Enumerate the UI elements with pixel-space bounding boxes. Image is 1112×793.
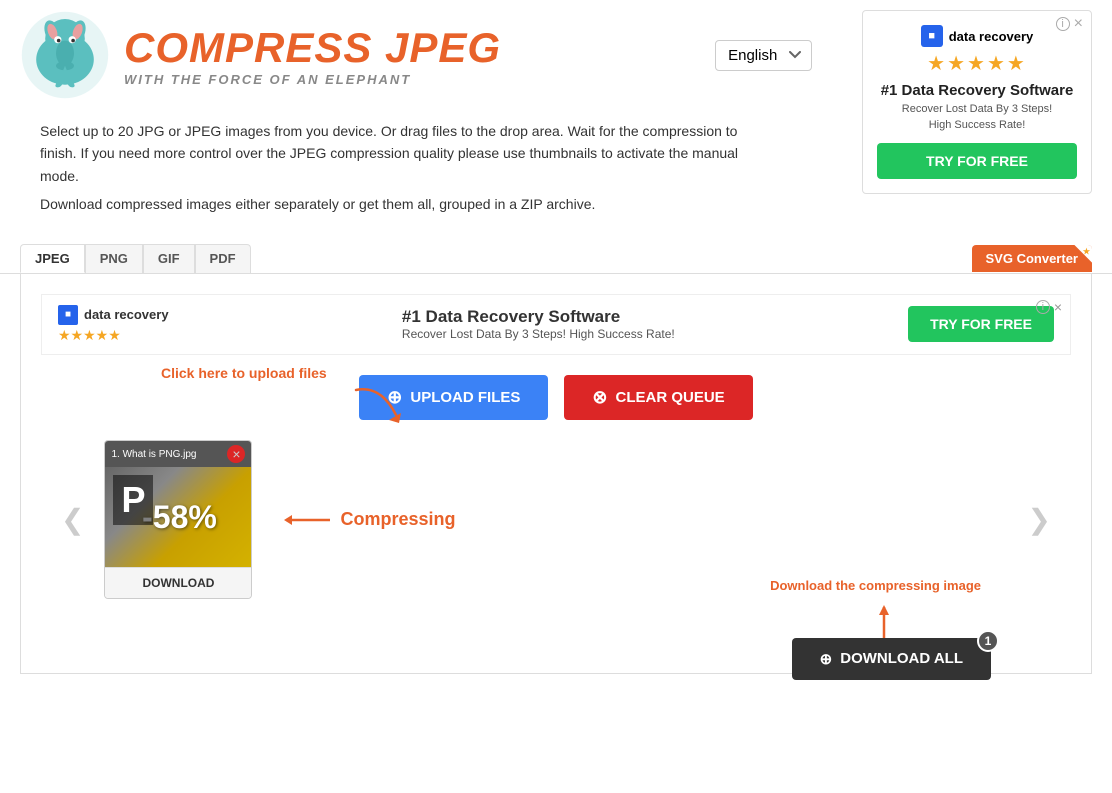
clear-icon: ⊗ xyxy=(592,387,607,408)
inner-ad-left: ■ data recovery ★★★★★ xyxy=(58,305,169,344)
language-select[interactable]: English French Spanish xyxy=(715,40,812,71)
compressing-label: Compressing xyxy=(340,509,455,530)
tab-pdf[interactable]: PDF xyxy=(195,244,251,273)
compressing-arrow xyxy=(282,508,332,532)
button-row: ⊕ UPLOAD FILES ⊗ CLEAR QUEUE xyxy=(41,375,1071,420)
file-card-close-button[interactable]: × xyxy=(227,445,245,463)
click-here-label: Click here to upload files xyxy=(161,365,327,381)
inner-ad-title: #1 Data Recovery Software xyxy=(402,307,675,327)
ad-stars: ★★★★★ xyxy=(877,51,1077,76)
svg-converter-button[interactable]: SVG Converter ★ xyxy=(972,245,1092,272)
tab-png[interactable]: PNG xyxy=(85,244,143,273)
inner-ad-close[interactable]: i × xyxy=(1036,299,1062,315)
description-line1: Select up to 20 JPG or JPEG images from … xyxy=(40,120,760,187)
carousel-prev-button[interactable]: ❮ xyxy=(51,493,94,546)
svg-corner-star: ★ xyxy=(1083,247,1090,256)
ad-logo-icon: ■ xyxy=(921,25,943,47)
inner-ad-logo-group: ■ data recovery ★★★★★ xyxy=(58,305,169,344)
inner-try-free-button[interactable]: TRY FOR FREE xyxy=(908,306,1054,342)
download-count-badge: 1 xyxy=(977,630,999,652)
logo-elephant xyxy=(20,10,110,100)
ad-info-bar: i × xyxy=(1056,15,1083,33)
inner-ad-close-icon[interactable]: × xyxy=(1054,299,1062,315)
inner-ad-logo-name: data recovery xyxy=(84,307,169,322)
preview-background: P -58% xyxy=(105,467,252,567)
upload-arrow xyxy=(351,385,411,430)
tab-gif[interactable]: GIF xyxy=(143,244,195,273)
download-all-button[interactable]: ⊕ DOWNLOAD ALL 1 xyxy=(792,638,991,680)
description-line2: Download compressed images either separa… xyxy=(40,193,760,215)
file-card-header: 1. What is PNG.jpg × xyxy=(105,441,251,467)
description-text: Select up to 20 JPG or JPEG images from … xyxy=(20,110,780,226)
inner-ad-info: #1 Data Recovery Software Recover Lost D… xyxy=(402,307,675,341)
ad-title: #1 Data Recovery Software xyxy=(877,82,1077,99)
upload-section: Click here to upload files ⊕ UPLOAD FILE… xyxy=(41,375,1071,420)
inner-ad-banner: ■ data recovery ★★★★★ #1 Data Recovery S… xyxy=(41,294,1071,355)
ad-close-icon[interactable]: × xyxy=(1074,15,1083,33)
clear-button-label: CLEAR QUEUE xyxy=(616,389,725,406)
inner-ad-stars: ★★★★★ xyxy=(58,327,169,344)
logo-text: COMPRESS JPEG WITH THE FORCE OF AN ELEPH… xyxy=(124,24,501,87)
download-all-label-text: DOWNLOAD ALL xyxy=(840,650,963,667)
inner-ad-description: Recover Lost Data By 3 Steps! High Succe… xyxy=(402,327,675,341)
carousel-next-button[interactable]: ❯ xyxy=(1018,493,1061,546)
ad-try-free-button[interactable]: TRY FOR FREE xyxy=(877,143,1077,179)
main-content-area: ■ data recovery ★★★★★ #1 Data Recovery S… xyxy=(20,274,1092,674)
ad-desc1: Recover Lost Data By 3 Steps! xyxy=(877,103,1077,115)
file-name: 1. What is PNG.jpg xyxy=(111,449,196,460)
inner-ad-logo: ■ data recovery xyxy=(58,305,169,325)
ad-info-icon: i xyxy=(1056,17,1070,31)
file-download-link[interactable]: DOWNLOAD xyxy=(142,576,214,590)
files-carousel: ❮ 1. What is PNG.jpg × P -58% DOWNLOAD xyxy=(41,440,1071,600)
tab-jpeg[interactable]: JPEG xyxy=(20,244,85,273)
download-all-icon: ⊕ xyxy=(820,650,833,668)
preview-letter: P xyxy=(113,475,153,525)
tabs-bar: JPEG PNG GIF PDF SVG Converter ★ xyxy=(0,236,1112,274)
right-ad-panel: i × ■ data recovery ★★★★★ #1 Data Recove… xyxy=(862,10,1092,194)
inner-ad-logo-icon: ■ xyxy=(58,305,78,325)
file-card: 1. What is PNG.jpg × P -58% DOWNLOAD xyxy=(104,440,252,599)
ad-logo-row: ■ data recovery xyxy=(877,25,1077,47)
compressing-section: Compressing xyxy=(282,508,455,532)
logo-title: COMPRESS JPEG xyxy=(124,24,501,72)
ad-logo-name: data recovery xyxy=(949,29,1034,44)
file-card-preview: P -58% xyxy=(105,467,252,567)
upload-button-label: UPLOAD FILES xyxy=(410,389,520,406)
file-card-footer: DOWNLOAD xyxy=(105,567,251,598)
download-all-section: Download the compressing image ⊕ DOWNLOA… xyxy=(792,638,991,680)
ad-desc2: High Success Rate! xyxy=(877,119,1077,131)
logo-subtitle: WITH THE FORCE OF AN ELEPHANT xyxy=(124,72,501,87)
tab-group: JPEG PNG GIF PDF xyxy=(20,244,251,273)
download-all-label: Download the compressing image xyxy=(770,578,981,593)
inner-ad-info-icon: i xyxy=(1036,300,1050,314)
clear-queue-button[interactable]: ⊗ CLEAR QUEUE xyxy=(564,375,752,420)
